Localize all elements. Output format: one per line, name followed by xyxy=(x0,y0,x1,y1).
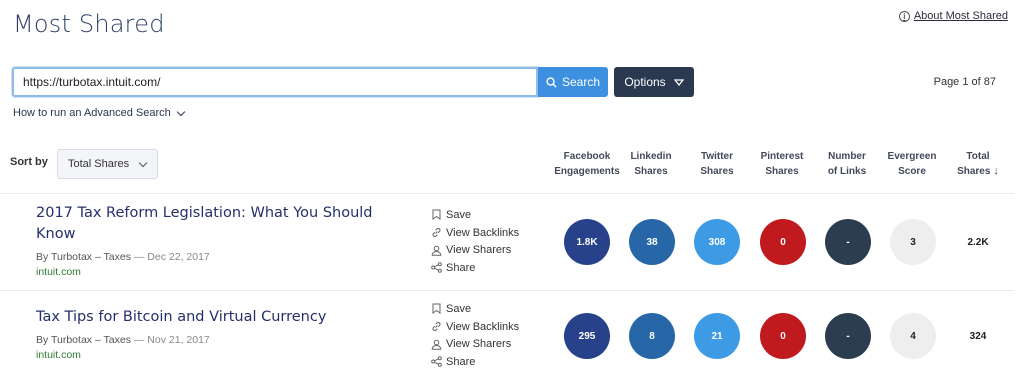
options-button[interactable]: Options xyxy=(614,67,694,97)
result-actions: Save View Backlinks View Sharers Share xyxy=(430,206,519,277)
result-title[interactable]: Tax Tips for Bitcoin and Virtual Currenc… xyxy=(36,307,396,328)
search-button[interactable]: Search xyxy=(538,67,608,97)
result-author: By Turbotax – Taxes xyxy=(36,334,131,346)
evergreen-score-badge: 4 xyxy=(890,313,936,359)
user-icon xyxy=(430,339,442,350)
twitter-shares-badge: 21 xyxy=(694,313,740,359)
result-domain[interactable]: intuit.com xyxy=(36,349,81,361)
column-header-line: Engagements xyxy=(554,166,620,177)
sort-select-value: Total Shares xyxy=(68,158,130,170)
link-icon xyxy=(430,321,442,332)
linkedin-shares-badge: 38 xyxy=(629,219,675,265)
arrow-down-icon: ↓ xyxy=(993,165,999,177)
column-header-line: Pinterest xyxy=(760,151,804,162)
column-header-line: Facebook xyxy=(563,151,611,162)
result-date-sep: — xyxy=(133,251,148,263)
number-of-links-badge: - xyxy=(825,313,871,359)
pinterest-shares-badge: 0 xyxy=(760,219,806,265)
view-backlinks-label: View Backlinks xyxy=(446,320,520,333)
result-date-sep: — xyxy=(133,334,148,346)
caret-down-icon xyxy=(673,78,684,86)
linkedin-shares-badge: 8 xyxy=(629,313,675,359)
view-backlinks-button[interactable]: View Backlinks xyxy=(430,224,519,242)
column-header-line: Score xyxy=(898,166,926,177)
result-meta: By Turbotax – Taxes — Dec 22, 2017 xyxy=(36,251,210,263)
view-backlinks-label: View Backlinks xyxy=(446,226,520,239)
page-title: Most Shared xyxy=(13,10,165,38)
column-header-line: Shares xyxy=(634,166,668,177)
chevron-down-icon xyxy=(176,107,186,116)
share-icon xyxy=(430,262,442,274)
result-meta: By Turbotax – Taxes — Nov 21, 2017 xyxy=(36,334,210,346)
view-sharers-label: View Sharers xyxy=(446,244,512,257)
column-header-evergreen[interactable]: Evergreen Score xyxy=(877,149,947,179)
search-button-label: Search xyxy=(561,75,601,89)
column-header-line: Linkedin xyxy=(630,151,672,162)
total-shares-value: 324 xyxy=(969,331,987,342)
save-label: Save xyxy=(446,302,472,315)
column-header-line: Shares xyxy=(765,166,799,177)
result-date: Dec 22, 2017 xyxy=(147,251,210,263)
save-button[interactable]: Save xyxy=(430,300,519,318)
facebook-engagements-badge: 295 xyxy=(564,313,610,359)
options-button-label: Options xyxy=(624,75,666,89)
evergreen-score-badge: 3 xyxy=(890,219,936,265)
save-button[interactable]: Save xyxy=(430,206,519,224)
result-date: Nov 21, 2017 xyxy=(147,334,210,346)
column-header-links[interactable]: Number of Links xyxy=(812,149,882,179)
sort-select[interactable]: Total Shares xyxy=(57,149,158,179)
save-label: Save xyxy=(446,208,472,221)
advanced-search-toggle[interactable]: How to run an Advanced Search xyxy=(13,107,186,119)
column-header-line: Evergreen xyxy=(887,151,937,162)
share-label: Share xyxy=(446,355,476,368)
result-domain[interactable]: intuit.com xyxy=(36,266,81,278)
column-header-twitter[interactable]: Twitter Shares xyxy=(682,149,752,179)
result-title[interactable]: 2017 Tax Reform Legislation: What You Sh… xyxy=(36,203,396,245)
column-header-pinterest[interactable]: Pinterest Shares xyxy=(747,149,817,179)
advanced-search-label: How to run an Advanced Search xyxy=(13,107,171,119)
column-header-line: Total xyxy=(966,151,990,162)
result-author: By Turbotax – Taxes xyxy=(36,251,131,263)
sort-label: Sort by xyxy=(10,156,48,168)
column-header-facebook[interactable]: Facebook Engagements xyxy=(551,149,623,179)
total-shares-value: 2.2K xyxy=(967,237,989,248)
divider xyxy=(0,290,1014,291)
share-button[interactable]: Share xyxy=(430,259,519,277)
about-link-label: About Most Shared xyxy=(913,10,1008,22)
search-bar: Search Options xyxy=(12,67,694,97)
search-icon xyxy=(546,76,557,88)
result-actions: Save View Backlinks View Sharers Share xyxy=(430,300,519,371)
column-header-line: Shares xyxy=(700,166,734,177)
about-most-shared-link[interactable]: i About Most Shared xyxy=(898,10,1008,22)
divider xyxy=(0,193,1014,194)
share-label: Share xyxy=(446,261,476,274)
chevron-down-icon xyxy=(138,158,148,167)
pinterest-shares-badge: 0 xyxy=(760,313,806,359)
column-header-total[interactable]: Total Shares ↓ xyxy=(943,149,1013,179)
search-input[interactable] xyxy=(12,67,538,97)
column-header-line: Twitter xyxy=(700,151,734,162)
share-button[interactable]: Share xyxy=(430,353,519,371)
facebook-engagements-badge: 1.8K xyxy=(564,219,610,265)
column-header-line: Shares ↓ xyxy=(943,164,1013,179)
column-header-line: of Links xyxy=(827,166,867,177)
column-header-text: Shares xyxy=(957,166,991,177)
info-circle-icon: i xyxy=(898,10,910,22)
view-backlinks-button[interactable]: View Backlinks xyxy=(430,318,519,336)
user-icon xyxy=(430,245,442,256)
twitter-shares-badge: 308 xyxy=(694,219,740,265)
number-of-links-badge: - xyxy=(825,219,871,265)
column-header-linkedin[interactable]: Linkedin Shares xyxy=(616,149,686,179)
link-icon xyxy=(430,227,442,238)
share-icon xyxy=(430,356,442,368)
view-sharers-button[interactable]: View Sharers xyxy=(430,335,519,353)
pagination-text: Page 1 of 87 xyxy=(933,76,996,88)
view-sharers-label: View Sharers xyxy=(446,338,512,351)
view-sharers-button[interactable]: View Sharers xyxy=(430,241,519,259)
bookmark-icon xyxy=(430,303,442,315)
bookmark-icon xyxy=(430,209,442,221)
column-header-line: Number xyxy=(828,151,866,162)
